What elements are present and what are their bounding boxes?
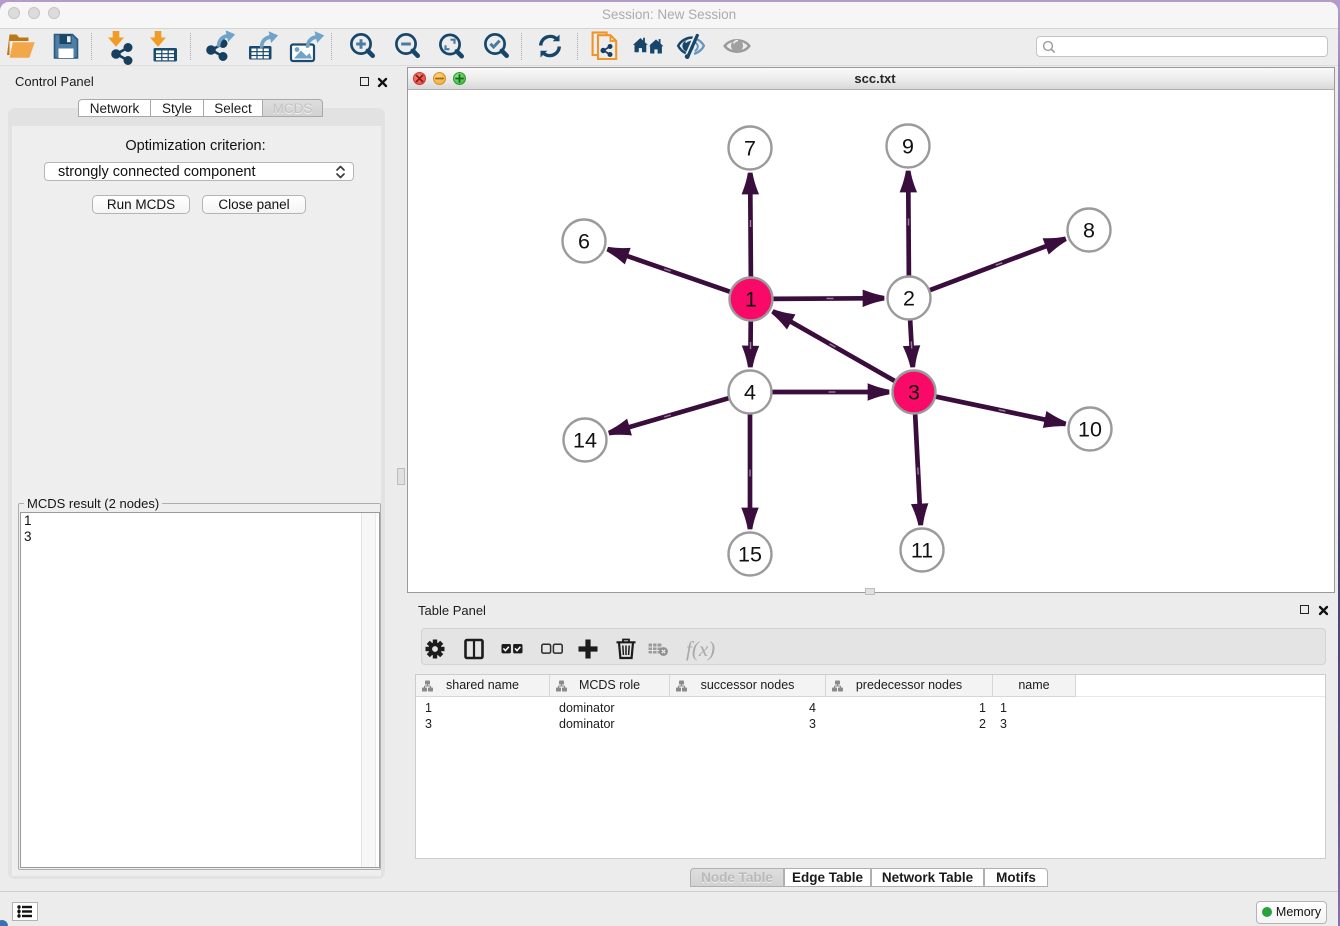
svg-text:4: 4: [744, 381, 756, 405]
svg-text:3: 3: [908, 381, 920, 405]
svg-text:11: 11: [911, 539, 933, 563]
svg-text:1: 1: [745, 288, 757, 312]
svg-text:6: 6: [578, 230, 590, 254]
svg-text:9: 9: [902, 135, 914, 159]
svg-text:f(x): f(x): [686, 637, 715, 661]
svg-text:10: 10: [1078, 418, 1102, 442]
svg-text:8: 8: [1083, 219, 1095, 243]
svg-text:14: 14: [573, 429, 597, 453]
svg-text:2: 2: [903, 287, 915, 311]
svg-text:15: 15: [738, 543, 762, 567]
svg-text:7: 7: [744, 137, 756, 161]
